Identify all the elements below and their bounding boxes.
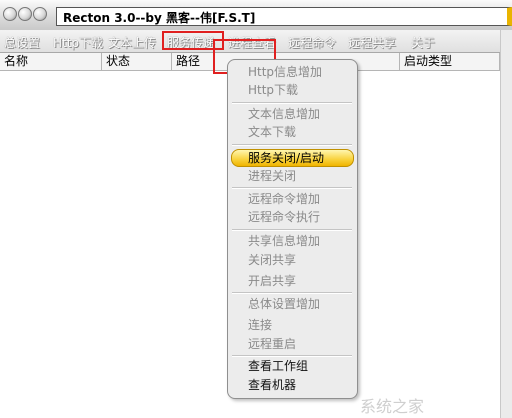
menu-general-settings[interactable]: 总设置 xyxy=(4,34,40,51)
menu-http-download[interactable]: Http下载 xyxy=(53,34,103,51)
menu-text-upload[interactable]: 文本上传 xyxy=(108,34,156,51)
title-bar: Recton 3.0--by 黑客--伟[F.S.T] xyxy=(0,0,512,30)
separator xyxy=(232,102,352,104)
menu-item-http-info-add[interactable]: Http信息增加 xyxy=(248,63,322,81)
menu-item-open-share[interactable]: 开启共享 xyxy=(248,272,296,290)
separator xyxy=(232,229,352,231)
menu-item-close-share[interactable]: 关闭共享 xyxy=(248,251,296,269)
separator xyxy=(232,292,352,294)
window-control-icon[interactable] xyxy=(3,7,17,21)
menu-item-remote-reboot[interactable]: 远程重启 xyxy=(248,335,296,353)
service-dropdown-menu: Http信息增加 Http下载 文本信息增加 文本下载 服务关闭/启动 进程关闭… xyxy=(227,59,358,399)
watermark: 系统之家 xyxy=(360,393,508,416)
column-start-type[interactable]: 启动类型 xyxy=(400,53,500,70)
menu-item-view-machines[interactable]: 查看机器 xyxy=(248,376,296,394)
menu-item-service-toggle[interactable]: 服务关闭/启动 xyxy=(231,149,354,167)
title-box: Recton 3.0--by 黑客--伟[F.S.T] xyxy=(56,7,512,26)
window-control-icon[interactable] xyxy=(33,7,47,21)
watermark-text: 系统之家 xyxy=(360,397,425,416)
menu-remote-command[interactable]: 远程命令 xyxy=(288,34,336,51)
window-control-icon[interactable] xyxy=(18,7,32,21)
menu-item-remote-cmd-add[interactable]: 远程命令增加 xyxy=(248,190,320,208)
column-name[interactable]: 名称 xyxy=(0,53,102,70)
separator xyxy=(232,144,352,146)
menu-item-label: 服务关闭/启动 xyxy=(248,151,325,165)
menu-item-text-info-add[interactable]: 文本信息增加 xyxy=(248,105,320,123)
menu-item-process-close[interactable]: 进程关闭 xyxy=(248,167,296,185)
menu-item-http-download[interactable]: Http下载 xyxy=(248,81,298,99)
column-status[interactable]: 状态 xyxy=(102,53,172,70)
menu-remote-share[interactable]: 远程共享 xyxy=(348,34,396,51)
menu-item-share-info-add[interactable]: 共享信息增加 xyxy=(248,232,320,250)
menu-about[interactable]: 关于 xyxy=(411,34,435,51)
menu-item-view-workgroup[interactable]: 查看工作组 xyxy=(248,357,308,375)
window-title: Recton 3.0--by 黑客--伟[F.S.T] xyxy=(63,11,256,25)
scrollbar[interactable] xyxy=(500,30,512,418)
menu-item-remote-cmd-exec[interactable]: 远程命令执行 xyxy=(248,208,320,226)
menu-item-text-download[interactable]: 文本下载 xyxy=(248,123,296,141)
menu-item-general-settings-add[interactable]: 总体设置增加 xyxy=(248,295,320,313)
separator xyxy=(232,187,352,189)
menu-item-connect[interactable]: 连接 xyxy=(248,316,272,334)
